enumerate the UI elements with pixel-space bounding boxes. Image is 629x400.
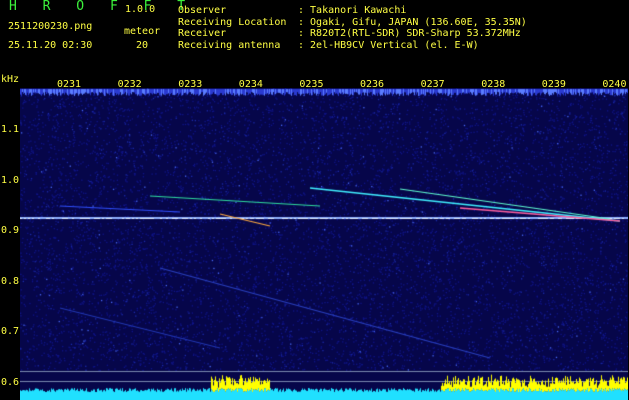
frequency-tick: 0.6 (1, 376, 20, 388)
station-value: : R820T2(RTL-SDR) SDR-Sharp 53.372MHz (298, 28, 521, 39)
app-logo: H R O F F T (9, 0, 195, 14)
app-version: 1.0.0 (125, 4, 156, 15)
frequency-tick: 0.8 (1, 275, 20, 287)
station-key: Observer (178, 5, 227, 16)
file-name: 2511200230.png (8, 21, 93, 32)
station-key: Receiving antenna (178, 39, 281, 51)
station-value: : Ogaki, Gifu, JAPAN (136.60E, 35.35N) (298, 16, 527, 28)
frequency-tick: 1.1 (1, 124, 20, 135)
station-value: : 2el-HB9CV Vertical (el. E-W) (298, 39, 479, 51)
meteor-count: 20 (136, 40, 149, 51)
frequency-unit: kHz (1, 74, 20, 85)
timestamp: 25.11.20 02:30 (8, 40, 93, 51)
meteor-label: meteor (124, 26, 161, 37)
spectrogram (20, 88, 628, 400)
station-key: Receiver (178, 28, 227, 39)
station-value: : Takanori Kawachi (298, 5, 407, 16)
frequency-tick: 0.7 (1, 326, 20, 337)
frequency-tick: 1.0 (1, 174, 20, 186)
frequency-tick: 0.9 (1, 225, 20, 236)
station-key: Receiving Location (178, 16, 287, 28)
